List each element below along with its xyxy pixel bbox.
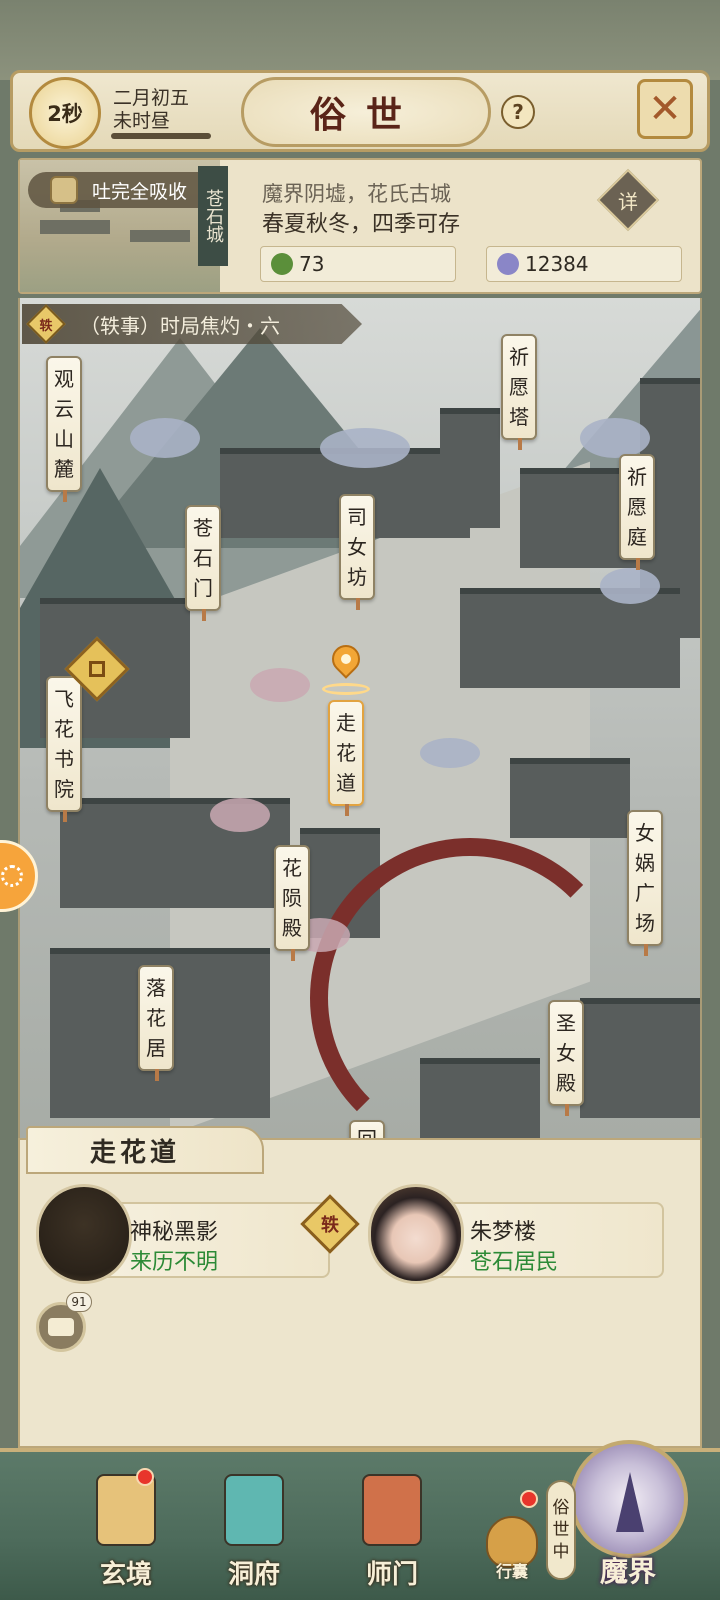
realm-orb-button[interactable] (570, 1440, 688, 1558)
place-detail-panel (18, 1138, 702, 1448)
location-sinvfang[interactable]: 司女坊 (339, 494, 375, 610)
location-guanyun[interactable]: 观云山麓 (46, 356, 82, 502)
character-name: 神秘黑影 (130, 1220, 219, 1245)
banner-icon (362, 1474, 422, 1546)
chat-count-badge: 91 (66, 1292, 92, 1312)
location-feihua[interactable]: 飞花书院 (46, 676, 82, 822)
resource-herb-value: 73 (299, 252, 325, 276)
absorb-status-text: 吐完全吸收 (92, 180, 188, 203)
time-progress-bar (111, 133, 211, 139)
location-cangshimen[interactable]: 苍石门 (185, 505, 221, 621)
location-shengnv[interactable]: 圣女殿 (548, 1000, 584, 1116)
page-title: 俗世 (241, 77, 491, 147)
detail-button[interactable]: 详 (596, 168, 660, 232)
nav-bag[interactable]: 行囊 (482, 1516, 542, 1586)
pin-ring (322, 683, 370, 695)
realm-status-pill: 俗世中 (546, 1480, 576, 1580)
location-qiyuanta[interactable]: 祈愿塔 (501, 334, 537, 450)
character-origin: 苍石居民 (470, 1250, 559, 1275)
chat-bubble-icon (48, 1318, 74, 1336)
character-portrait-shadow[interactable] (36, 1184, 132, 1284)
location-zouhuadao[interactable]: 走花道 (328, 700, 364, 816)
resource-coin[interactable]: 12384 (486, 246, 682, 282)
leaf-icon (271, 253, 293, 275)
location-huayun[interactable]: 花陨殿 (274, 845, 310, 961)
help-button[interactable]: ? (501, 95, 535, 129)
character-name: 朱梦楼 (470, 1220, 537, 1245)
city-description-line1: 魔界阴墟，花氏古城 (262, 182, 451, 206)
city-description-line2: 春夏秋冬，四季可存 (262, 212, 461, 237)
quest-banner-text: （轶事）时局焦灼・六 (80, 313, 280, 338)
nav-xuanjing[interactable]: 玄境 (86, 1462, 166, 1592)
city-name-banner: 苍石城 (198, 166, 228, 266)
location-qiyuanting[interactable]: 祈愿庭 (619, 454, 655, 570)
gamepad-icon (1, 865, 23, 887)
countdown-timer: 2秒 (29, 77, 101, 149)
coin-icon (497, 253, 519, 275)
character-portrait-zhumenglou[interactable] (368, 1184, 464, 1284)
notification-dot (136, 1468, 154, 1486)
resource-herb[interactable]: 73 (260, 246, 456, 282)
resource-coin-value: 12384 (525, 252, 589, 276)
top-backdrop (0, 0, 720, 80)
current-location-pin-icon (326, 639, 366, 683)
close-icon: ✕ (648, 86, 682, 132)
header-bar: 2秒 二月初五 未时昼 俗世 ? ✕ (10, 70, 710, 152)
quest-banner[interactable]: （轶事）时局焦灼・六 (22, 304, 362, 344)
current-place-title: 走花道 (26, 1126, 264, 1174)
close-button[interactable]: ✕ (637, 79, 693, 139)
realm-label[interactable]: 魔界 (578, 1550, 678, 1590)
location-luohua[interactable]: 落花居 (138, 965, 174, 1081)
notification-dot (520, 1490, 538, 1508)
pavilion-icon (224, 1474, 284, 1546)
bell-icon (50, 176, 78, 204)
city-info-panel: 吐完全吸收 苍石城 魔界阴墟，花氏古城 春夏秋冬，四季可存 详 73 12384 (18, 158, 702, 294)
nav-shimen[interactable]: 师门 (352, 1462, 432, 1592)
time-period-label: 未时昼 (113, 110, 171, 132)
character-origin: 来历不明 (130, 1250, 219, 1275)
location-nvwa[interactable]: 女娲广场 (627, 810, 663, 956)
nav-dongfu[interactable]: 洞府 (214, 1462, 294, 1592)
time-progress-fill (111, 133, 211, 139)
